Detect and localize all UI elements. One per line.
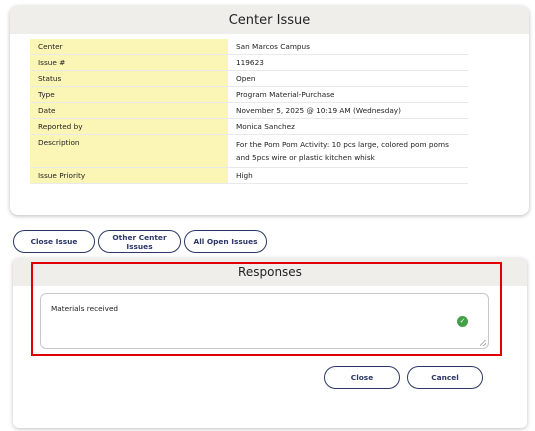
field-value: Open [228, 70, 468, 87]
response-text: Materials received [51, 304, 119, 313]
other-center-issues-button[interactable]: Other Center Issues [98, 230, 181, 253]
center-issue-title: Center Issue [10, 6, 529, 34]
table-row: Center San Marcos Campus [30, 39, 468, 55]
table-row: Issue Priority High [30, 167, 468, 184]
field-value: Program Material-Purchase [228, 86, 468, 103]
field-value: November 5, 2025 @ 10:19 AM (Wednesday) [228, 102, 468, 119]
table-row: Status Open [30, 70, 468, 87]
field-label: Description [30, 134, 228, 168]
field-label: Center [30, 39, 228, 55]
field-label: Type [30, 86, 228, 103]
field-label: Status [30, 70, 228, 87]
field-value: For the Pom Pom Activity: 10 pcs large, … [228, 134, 468, 168]
cancel-button[interactable]: Cancel [407, 366, 483, 389]
field-label: Issue # [30, 54, 228, 71]
responses-title: Responses [13, 258, 527, 286]
field-label: Date [30, 102, 228, 119]
field-value: High [228, 167, 468, 184]
field-label: Reported by [30, 118, 228, 135]
close-issue-button[interactable]: Close Issue [13, 230, 95, 253]
center-issue-card: Center Issue Center San Marcos Campus Is… [10, 6, 529, 215]
field-value: Monica Sanchez [228, 118, 468, 135]
all-open-issues-button[interactable]: All Open Issues [184, 230, 267, 253]
table-row: Issue # 119623 [30, 54, 468, 71]
table-row: Reported by Monica Sanchez [30, 118, 468, 135]
responses-card: Responses Materials received ✓ [13, 258, 527, 428]
field-label: Issue Priority [30, 167, 228, 184]
close-button[interactable]: Close [324, 366, 400, 389]
table-row: Date November 5, 2025 @ 10:19 AM (Wednes… [30, 102, 468, 119]
table-row: Type Program Material-Purchase [30, 86, 468, 103]
response-textarea[interactable]: Materials received ✓ [40, 293, 489, 349]
field-value: San Marcos Campus [228, 39, 468, 55]
table-row: Description For the Pom Pom Activity: 10… [30, 134, 468, 168]
resize-handle-icon[interactable] [480, 340, 486, 346]
field-value: 119623 [228, 54, 468, 71]
check-circle-icon: ✓ [457, 316, 468, 327]
issue-details-table: Center San Marcos Campus Issue # 119623 … [30, 39, 468, 184]
